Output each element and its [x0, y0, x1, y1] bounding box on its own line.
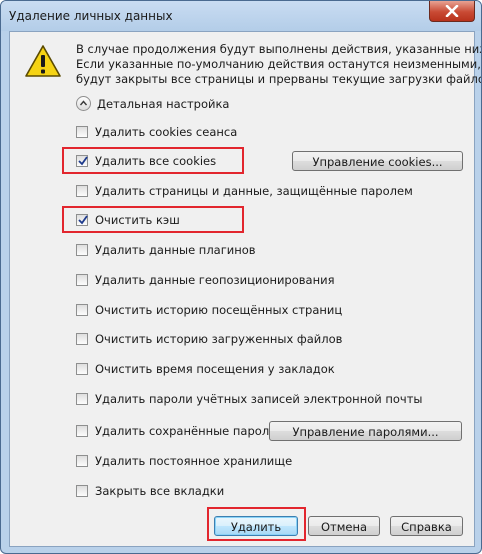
- description-line: В случае продолжения будут выполнены дей…: [76, 42, 482, 56]
- checkbox[interactable]: [76, 214, 88, 226]
- help-button[interactable]: Справка: [390, 516, 463, 536]
- checkbox[interactable]: [76, 363, 88, 375]
- option-delete-saved-passwords[interactable]: Удалить сохранённые пароли: [76, 423, 277, 439]
- checkbox[interactable]: [76, 425, 88, 437]
- option-label: Удалить данные геопозиционирования: [95, 273, 335, 287]
- option-clear-download-history[interactable]: Очистить историю загруженных файлов: [76, 331, 342, 347]
- description-line: будут закрыты все страницы и прерваны те…: [76, 72, 482, 86]
- checkbox[interactable]: [76, 333, 88, 345]
- chevron-up-icon: [80, 100, 87, 106]
- option-delete-password-protected-data[interactable]: Удалить страницы и данные, защищённые па…: [76, 183, 413, 199]
- option-delete-all-cookies[interactable]: Удалить все cookies: [76, 153, 216, 169]
- expander-button[interactable]: [76, 96, 91, 111]
- option-label: Удалить сохранённые пароли: [95, 424, 277, 438]
- checkbox[interactable]: [76, 304, 88, 316]
- detail-settings-label: Детальная настройка: [97, 96, 230, 111]
- checkbox[interactable]: [76, 274, 88, 286]
- option-delete-mail-passwords[interactable]: Удалить пароли учётных записей электронн…: [76, 391, 423, 407]
- checkmark-icon: [78, 215, 88, 225]
- option-label: Очистить историю посещённых страниц: [95, 303, 343, 317]
- option-label: Очистить время посещения у закладок: [95, 362, 335, 376]
- window-title: Удаление личных данных: [9, 9, 173, 23]
- checkbox[interactable]: [76, 126, 88, 138]
- dialog-window: Удаление личных данных В случае продолже…: [0, 0, 482, 554]
- title-bar[interactable]: Удаление личных данных: [1, 1, 481, 31]
- checkmark-icon: [78, 156, 88, 166]
- option-label: Удалить cookies сеанса: [95, 125, 238, 139]
- manage-passwords-button[interactable]: Управление паролями...: [269, 421, 462, 441]
- option-label: Удалить страницы и данные, защищённые па…: [95, 184, 413, 198]
- delete-button[interactable]: Удалить: [214, 516, 298, 536]
- description-text: В случае продолжения будут выполнены дей…: [76, 42, 482, 87]
- checkbox[interactable]: [76, 185, 88, 197]
- manage-cookies-button[interactable]: Управление cookies...: [292, 151, 463, 171]
- checkbox[interactable]: [76, 155, 88, 167]
- option-label: Очистить кэш: [95, 213, 180, 227]
- option-label: Закрыть все вкладки: [95, 484, 225, 498]
- option-delete-plugin-data[interactable]: Удалить данные плагинов: [76, 242, 256, 258]
- option-label: Удалить пароли учётных записей электронн…: [95, 392, 423, 406]
- cancel-button[interactable]: Отмена: [308, 516, 380, 536]
- option-clear-visited-history[interactable]: Очистить историю посещённых страниц: [76, 302, 342, 318]
- close-button[interactable]: [429, 1, 475, 22]
- checkbox[interactable]: [76, 393, 88, 405]
- option-label: Удалить все cookies: [95, 154, 217, 168]
- checkbox[interactable]: [76, 244, 88, 256]
- option-delete-geolocation-data[interactable]: Удалить данные геопозиционирования: [76, 272, 335, 288]
- description-line: Если указанные по-умолчанию действия ост…: [76, 57, 481, 71]
- checkbox[interactable]: [76, 455, 88, 467]
- option-label: Удалить данные плагинов: [95, 243, 256, 257]
- option-clear-bookmark-visit-times[interactable]: Очистить время посещения у закладок: [76, 361, 335, 377]
- option-label: Удалить постоянное хранилище: [95, 454, 293, 468]
- option-clear-cache[interactable]: Очистить кэш: [76, 212, 180, 228]
- detail-settings-toggle[interactable]: Детальная настройка: [76, 96, 229, 111]
- checkbox[interactable]: [76, 485, 88, 497]
- option-delete-session-cookies[interactable]: Удалить cookies сеанса: [76, 124, 237, 140]
- close-icon: [445, 5, 459, 17]
- warning-triangle-icon: [25, 45, 61, 77]
- option-delete-persistent-storage[interactable]: Удалить постоянное хранилище: [76, 453, 292, 469]
- option-close-all-tabs[interactable]: Закрыть все вкладки: [76, 483, 224, 499]
- option-label: Очистить историю загруженных файлов: [95, 332, 343, 346]
- dialog-content: В случае продолжения будут выполнены дей…: [9, 31, 482, 547]
